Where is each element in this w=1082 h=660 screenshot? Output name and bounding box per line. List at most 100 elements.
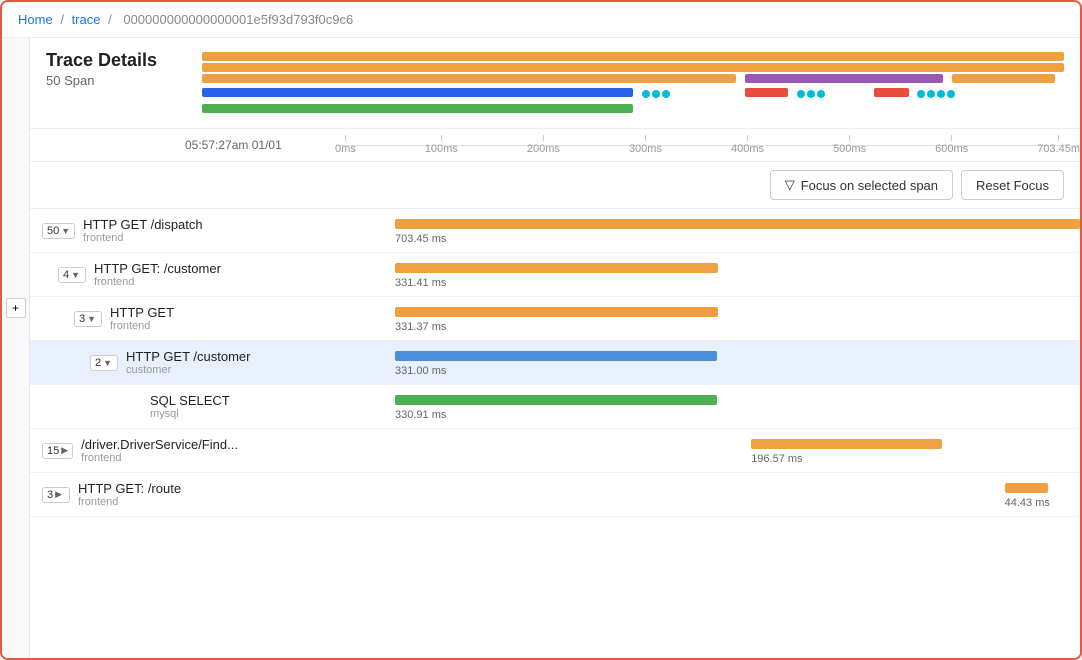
span-bar-container <box>395 217 1080 231</box>
span-info: HTTP GET: /customerfrontend <box>94 261 221 288</box>
span-count: 50 Span <box>46 73 186 88</box>
tick-500ms: 500ms <box>833 135 866 155</box>
span-left-s7: 3▶ HTTP GET: /routefrontend <box>30 473 395 516</box>
span-row[interactable]: 4▼ HTTP GET: /customerfrontend 331.41 ms <box>30 253 1080 297</box>
reset-focus-button[interactable]: Reset Focus <box>961 170 1064 200</box>
span-row[interactable]: 15▶ /driver.DriverService/Find...frontend… <box>30 429 1080 473</box>
span-bar <box>395 263 718 273</box>
span-service: frontend <box>94 276 221 288</box>
span-service: frontend <box>83 232 202 244</box>
breadcrumb: Home / trace / 000000000000000001e5f93d7… <box>2 2 1080 38</box>
span-row[interactable]: 3▼ HTTP GETfrontend 331.37 ms <box>30 297 1080 341</box>
expand-sidebar-button[interactable]: + <box>6 298 26 318</box>
span-badge[interactable]: 3▼ <box>74 311 102 327</box>
span-name: HTTP GET <box>110 305 174 320</box>
focus-button-label: Focus on selected span <box>801 178 938 193</box>
span-name: SQL SELECT <box>150 393 230 408</box>
tick-end: 703.45m <box>1037 135 1080 155</box>
span-right-s7: 44.43 ms <box>395 473 1080 516</box>
tick-300ms: 300ms <box>629 135 662 155</box>
span-bar-container <box>395 261 1080 275</box>
span-service: customer <box>126 364 251 376</box>
span-duration: 44.43 ms <box>395 497 1080 509</box>
span-left-s1: 50▼ HTTP GET /dispatchfrontend <box>30 209 395 252</box>
span-left-s2: 4▼ HTTP GET: /customerfrontend <box>30 253 395 296</box>
span-service: frontend <box>110 320 174 332</box>
breadcrumb-trace-id: 000000000000000001e5f93d793f0c9c6 <box>123 12 353 27</box>
mini-bar-green <box>202 104 633 113</box>
span-info: HTTP GETfrontend <box>110 305 174 332</box>
mini-bar-4 <box>745 74 943 83</box>
breadcrumb-home[interactable]: Home <box>18 12 53 27</box>
span-badge[interactable]: 3▶ <box>42 487 70 503</box>
span-bar-container <box>395 305 1080 319</box>
span-bar <box>751 439 942 449</box>
span-info: HTTP GET: /routefrontend <box>78 481 181 508</box>
span-duration: 331.00 ms <box>395 365 1080 377</box>
span-service: frontend <box>81 452 238 464</box>
span-right-s5: 330.91 ms <box>395 385 1080 428</box>
breadcrumb-trace[interactable]: trace <box>72 12 101 27</box>
span-row[interactable]: 50▼ HTTP GET /dispatchfrontend 703.45 ms <box>30 209 1080 253</box>
span-name: /driver.DriverService/Find... <box>81 437 238 452</box>
app-container: Home / trace / 000000000000000001e5f93d7… <box>0 0 1082 660</box>
span-right-s1: 703.45 ms <box>395 209 1080 252</box>
tick-100ms: 100ms <box>425 135 458 155</box>
focus-toolbar: ▽ Focus on selected span Reset Focus <box>30 162 1080 209</box>
span-info: /driver.DriverService/Find...frontend <box>81 437 238 464</box>
span-bar <box>1005 483 1048 493</box>
span-row[interactable]: SQL SELECTmysql 330.91 ms <box>30 385 1080 429</box>
span-service: frontend <box>78 496 181 508</box>
mini-bar-3 <box>202 74 736 83</box>
span-bar-container <box>395 349 1080 363</box>
span-service: mysql <box>150 408 230 420</box>
span-left-s6: 15▶ /driver.DriverService/Find...frontend <box>30 429 395 472</box>
mini-bar-red2 <box>874 88 908 97</box>
span-badge[interactable]: 2▼ <box>90 355 118 371</box>
span-badge[interactable]: 4▼ <box>58 267 86 283</box>
tick-200ms: 200ms <box>527 135 560 155</box>
span-bar-container <box>395 437 1080 451</box>
span-info: HTTP GET /customercustomer <box>126 349 251 376</box>
span-name: HTTP GET: /route <box>78 481 181 496</box>
span-right-s6: 196.57 ms <box>395 429 1080 472</box>
mini-dots-cyan3 <box>917 90 955 98</box>
span-row[interactable]: 2▼ HTTP GET /customercustomer 331.00 ms <box>30 341 1080 385</box>
span-right-s3: 331.37 ms <box>395 297 1080 340</box>
mini-dots-cyan1 <box>642 90 670 98</box>
tick-600ms: 600ms <box>935 135 968 155</box>
span-info: SQL SELECTmysql <box>150 393 230 420</box>
span-bar <box>395 219 1080 229</box>
span-left-s3: 3▼ HTTP GETfrontend <box>30 297 395 340</box>
focus-on-selected-span-button[interactable]: ▽ Focus on selected span <box>770 170 953 200</box>
span-bar-container <box>395 393 1080 407</box>
tick-400ms: 400ms <box>731 135 764 155</box>
sidebar-toggle-area: + <box>2 38 30 658</box>
mini-timeline <box>202 50 1064 120</box>
mini-bar-6 <box>202 88 633 97</box>
span-left-s5: SQL SELECTmysql <box>30 385 395 428</box>
span-badge[interactable]: 15▶ <box>42 443 73 459</box>
trace-timestamp: 05:57:27am 01/01 <box>185 138 335 152</box>
tick-0ms: 0ms <box>335 135 356 155</box>
spans-container: 50▼HTTP GET /dispatchfrontend703.45 ms4▼… <box>30 209 1080 658</box>
span-badge[interactable]: 50▼ <box>42 223 75 239</box>
span-name: HTTP GET /customer <box>126 349 251 364</box>
main-content: + Trace Details 50 Span <box>2 38 1080 658</box>
reset-focus-label: Reset Focus <box>976 178 1049 193</box>
timeline-ruler: 05:57:27am 01/01 0ms 100ms 200ms 300ms 4… <box>30 129 1080 162</box>
mini-bar-1 <box>202 52 1064 61</box>
span-bar <box>395 351 717 361</box>
span-row[interactable]: 3▶ HTTP GET: /routefrontend 44.43 ms <box>30 473 1080 517</box>
mini-bar-2 <box>202 63 1064 72</box>
page-title: Trace Details <box>46 50 186 71</box>
content-area: Trace Details 50 Span <box>30 38 1080 658</box>
span-duration: 331.37 ms <box>395 321 1080 333</box>
mini-bar-5 <box>952 74 1055 83</box>
span-duration: 331.41 ms <box>395 277 1080 289</box>
ruler-ticks-container: 0ms 100ms 200ms 300ms 400ms 500ms 600ms … <box>335 135 1080 155</box>
span-name: HTTP GET: /customer <box>94 261 221 276</box>
span-duration: 703.45 ms <box>395 233 1080 245</box>
span-info: HTTP GET /dispatchfrontend <box>83 217 202 244</box>
span-duration: 196.57 ms <box>395 453 1080 465</box>
